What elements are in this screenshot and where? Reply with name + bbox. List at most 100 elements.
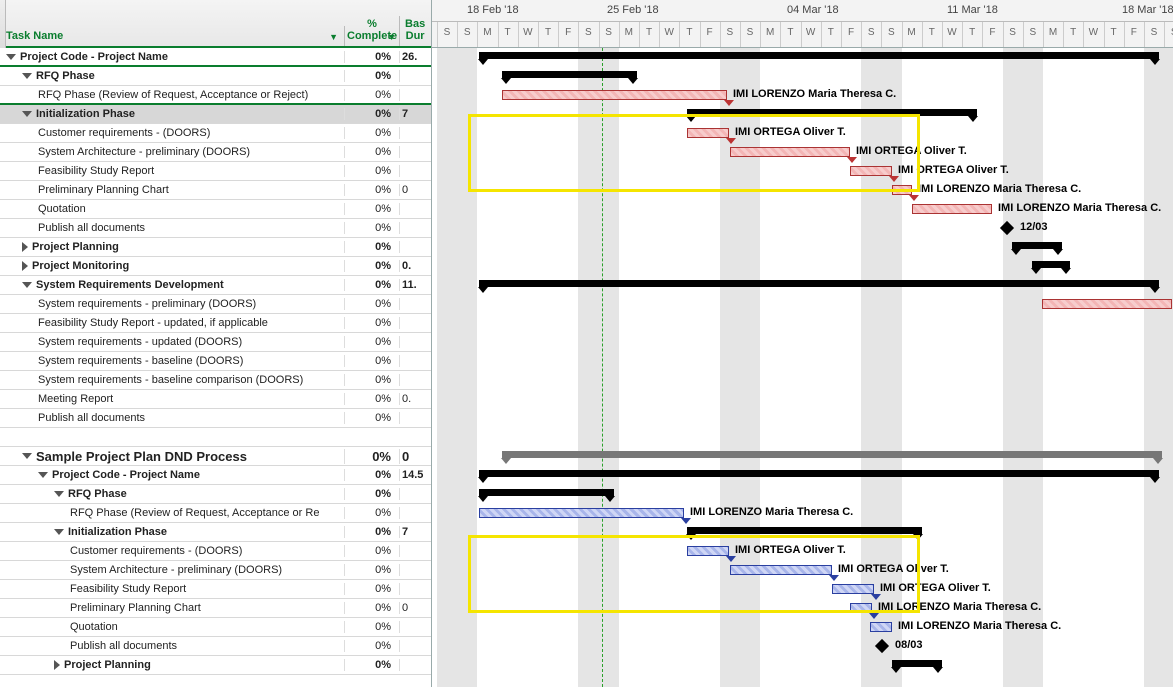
table-row[interactable]: Publish all documents0% xyxy=(0,219,431,238)
gantt-row[interactable]: 12/03 xyxy=(432,219,1173,238)
summary-bar[interactable] xyxy=(1012,242,1062,249)
table-row[interactable]: Project Code - Project Name0%26. xyxy=(0,48,431,67)
gantt-row[interactable] xyxy=(432,276,1173,295)
gantt-row[interactable]: IMI ORTEGA Oliver T. xyxy=(432,162,1173,181)
pct-complete-cell[interactable]: 0% xyxy=(345,317,400,329)
table-row[interactable]: Customer requirements - (DOORS)0% xyxy=(0,124,431,143)
gantt-row[interactable]: IMI LORENZO Maria Theresa C. xyxy=(432,618,1173,637)
task-name-cell[interactable]: System Requirements Development xyxy=(0,279,345,291)
summary-bar[interactable] xyxy=(687,527,922,534)
gantt-row[interactable] xyxy=(432,485,1173,504)
pct-complete-cell[interactable]: 0% xyxy=(345,108,400,120)
table-row[interactable]: Feasibility Study Report0% xyxy=(0,162,431,181)
gantt-row[interactable] xyxy=(432,390,1173,409)
task-bar[interactable] xyxy=(892,185,912,195)
summary-bar[interactable] xyxy=(892,660,942,667)
task-name-cell[interactable]: RFQ Phase (Review of Request, Acceptance… xyxy=(0,507,345,519)
table-row[interactable]: Project Planning0% xyxy=(0,656,431,675)
baseline-cell[interactable]: 7 xyxy=(400,526,430,538)
gantt-row[interactable] xyxy=(432,371,1173,390)
pct-complete-cell[interactable]: 0% xyxy=(345,279,400,291)
gantt-row[interactable] xyxy=(432,105,1173,124)
dropdown-icon[interactable]: ▼ xyxy=(329,32,338,42)
baseline-cell[interactable]: 26. xyxy=(400,51,430,63)
baseline-cell[interactable]: 0. xyxy=(400,393,430,405)
collapse-icon[interactable] xyxy=(54,529,64,535)
table-row[interactable]: Quotation0% xyxy=(0,200,431,219)
table-row[interactable]: Initialization Phase0%7 xyxy=(0,523,431,542)
task-name-cell[interactable]: Publish all documents xyxy=(0,640,345,652)
gantt-row[interactable]: IMI LORENZO Maria Theresa C. xyxy=(432,86,1173,105)
summary-bar[interactable] xyxy=(502,451,1162,458)
table-row[interactable]: System requirements - baseline (DOORS)0% xyxy=(0,352,431,371)
task-name-cell[interactable]: System requirements - baseline compariso… xyxy=(0,374,345,386)
table-row[interactable]: Publish all documents0% xyxy=(0,409,431,428)
pct-complete-cell[interactable]: 0% xyxy=(345,545,400,557)
table-row[interactable]: Sample Project Plan DND Process0%0 xyxy=(0,447,431,466)
gantt-chart[interactable]: 18 Feb '1825 Feb '1804 Mar '1811 Mar '18… xyxy=(432,0,1173,687)
collapse-icon[interactable] xyxy=(54,491,64,497)
task-name-cell[interactable]: Customer requirements - (DOORS) xyxy=(0,545,345,557)
task-bar[interactable] xyxy=(912,204,992,214)
expand-icon[interactable] xyxy=(22,242,28,252)
gantt-row[interactable]: IMI LORENZO Maria Theresa C. xyxy=(432,599,1173,618)
gantt-row[interactable]: IMI ORTEGA Oliver T. xyxy=(432,580,1173,599)
task-name-cell[interactable]: Project Planning xyxy=(0,659,345,671)
pct-complete-cell[interactable]: 0% xyxy=(345,507,400,519)
task-bar[interactable] xyxy=(687,128,729,138)
milestone[interactable] xyxy=(1000,221,1014,235)
gantt-row[interactable]: 08/03 xyxy=(432,637,1173,656)
table-row[interactable]: System Architecture - preliminary (DOORS… xyxy=(0,561,431,580)
pct-complete-cell[interactable]: 0% xyxy=(345,70,400,82)
summary-bar[interactable] xyxy=(502,71,637,78)
table-row[interactable]: RFQ Phase (Review of Request, Acceptance… xyxy=(0,504,431,523)
task-name-cell[interactable]: System requirements - baseline (DOORS) xyxy=(0,355,345,367)
summary-bar[interactable] xyxy=(479,280,1159,287)
task-name-cell[interactable]: Feasibility Study Report xyxy=(0,583,345,595)
table-row[interactable]: System Requirements Development0%11. xyxy=(0,276,431,295)
gantt-row[interactable] xyxy=(432,333,1173,352)
gantt-row[interactable]: IMI ORTEGA Oliver T. xyxy=(432,561,1173,580)
pct-complete-cell[interactable]: 0% xyxy=(345,146,400,158)
milestone[interactable] xyxy=(875,639,889,653)
task-bar[interactable] xyxy=(479,508,684,518)
table-row[interactable]: Feasibility Study Report0% xyxy=(0,580,431,599)
summary-bar[interactable] xyxy=(479,470,1159,477)
gantt-row[interactable]: IMI LORENZO Maria Theresa C. xyxy=(432,200,1173,219)
pct-complete-cell[interactable]: 0% xyxy=(345,355,400,367)
pct-complete-cell[interactable]: 0% xyxy=(345,260,400,272)
task-bar[interactable] xyxy=(870,622,892,632)
gantt-row[interactable] xyxy=(432,447,1173,466)
pct-complete-cell[interactable]: 0% xyxy=(345,621,400,633)
table-row[interactable]: System Architecture - preliminary (DOORS… xyxy=(0,143,431,162)
pct-complete-cell[interactable]: 0% xyxy=(345,526,400,538)
task-name-cell[interactable]: Project Code - Project Name xyxy=(0,51,345,63)
pct-complete-cell[interactable]: 0% xyxy=(345,127,400,139)
summary-bar[interactable] xyxy=(687,109,977,116)
pct-complete-cell[interactable]: 0% xyxy=(345,165,400,177)
task-name-cell[interactable]: Preliminary Planning Chart xyxy=(0,602,345,614)
table-row[interactable]: Initialization Phase0%7 xyxy=(0,105,431,124)
table-row[interactable]: System requirements - updated (DOORS)0% xyxy=(0,333,431,352)
baseline-cell[interactable]: 14.5 xyxy=(400,469,430,481)
gantt-row[interactable] xyxy=(432,295,1173,314)
table-row[interactable] xyxy=(0,428,431,447)
collapse-icon[interactable] xyxy=(22,453,32,459)
pct-complete-cell[interactable]: 0% xyxy=(345,184,400,196)
table-row[interactable]: Preliminary Planning Chart0%0 xyxy=(0,181,431,200)
summary-bar[interactable] xyxy=(479,489,614,496)
summary-bar[interactable] xyxy=(1032,261,1070,268)
pct-complete-cell[interactable]: 0% xyxy=(345,298,400,310)
task-table[interactable]: Task Name ▼ % Complete ▼ Bas Dur Project… xyxy=(0,0,432,687)
gantt-row[interactable] xyxy=(432,466,1173,485)
task-name-cell[interactable]: Project Code - Project Name xyxy=(0,469,345,481)
table-row[interactable]: RFQ Phase0% xyxy=(0,67,431,86)
gantt-row[interactable]: IMI LORENZO Maria Theresa C. xyxy=(432,504,1173,523)
table-row[interactable]: Project Monitoring0%0. xyxy=(0,257,431,276)
column-header-task[interactable]: Task Name ▼ xyxy=(0,26,345,46)
table-row[interactable]: Feasibility Study Report - updated, if a… xyxy=(0,314,431,333)
expand-icon[interactable] xyxy=(54,660,60,670)
pct-complete-cell[interactable]: 0% xyxy=(345,602,400,614)
task-bar[interactable] xyxy=(730,147,850,157)
task-bar[interactable] xyxy=(1042,299,1172,309)
